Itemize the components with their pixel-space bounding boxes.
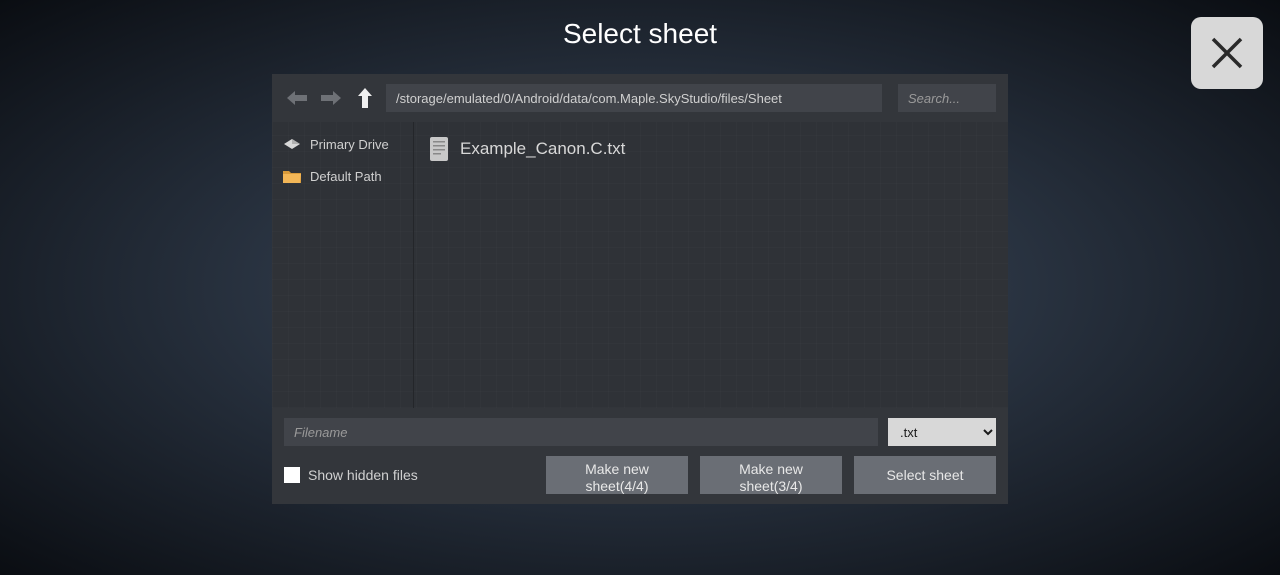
drive-icon [282,136,302,152]
arrow-up-icon [356,86,374,110]
sidebar: Primary Drive Default Path [272,122,414,408]
arrow-left-icon [285,89,309,107]
sidebar-item-label: Primary Drive [310,137,389,152]
toolbar [272,74,1008,122]
sidebar-item-default-path[interactable]: Default Path [272,160,413,192]
sidebar-item-label: Default Path [310,169,382,184]
file-item[interactable]: Example_Canon.C.txt [420,130,1002,168]
file-name: Example_Canon.C.txt [460,139,625,159]
close-button[interactable] [1191,17,1263,89]
close-icon [1207,33,1247,73]
path-input[interactable] [386,84,882,112]
select-sheet-button[interactable]: Select sheet [854,456,996,494]
search-input[interactable] [898,84,996,112]
actions-row: Show hidden files Make newsheet(4/4) Mak… [284,456,996,494]
file-dialog: Primary Drive Default Path [272,74,1008,504]
text-file-icon [428,136,450,162]
make-new-sheet-34-button[interactable]: Make newsheet(3/4) [700,456,842,494]
checkbox-icon[interactable] [284,467,300,483]
dialog-title: Select sheet [563,18,717,50]
body-area: Primary Drive Default Path [272,122,1008,408]
nav-up-button[interactable] [352,85,378,111]
sidebar-item-primary-drive[interactable]: Primary Drive [272,128,413,160]
nav-forward-button[interactable] [318,85,344,111]
nav-back-button[interactable] [284,85,310,111]
file-list: Example_Canon.C.txt [414,122,1008,408]
bottom-area: .txt Show hidden files Make newsheet(4/4… [272,408,1008,504]
filename-input[interactable] [284,418,878,446]
make-new-sheet-44-button[interactable]: Make newsheet(4/4) [546,456,688,494]
extension-select[interactable]: .txt [888,418,996,446]
filename-row: .txt [284,418,996,446]
folder-icon [282,168,302,184]
show-hidden-toggle[interactable]: Show hidden files [284,467,534,483]
show-hidden-label: Show hidden files [308,467,418,483]
arrow-right-icon [319,89,343,107]
